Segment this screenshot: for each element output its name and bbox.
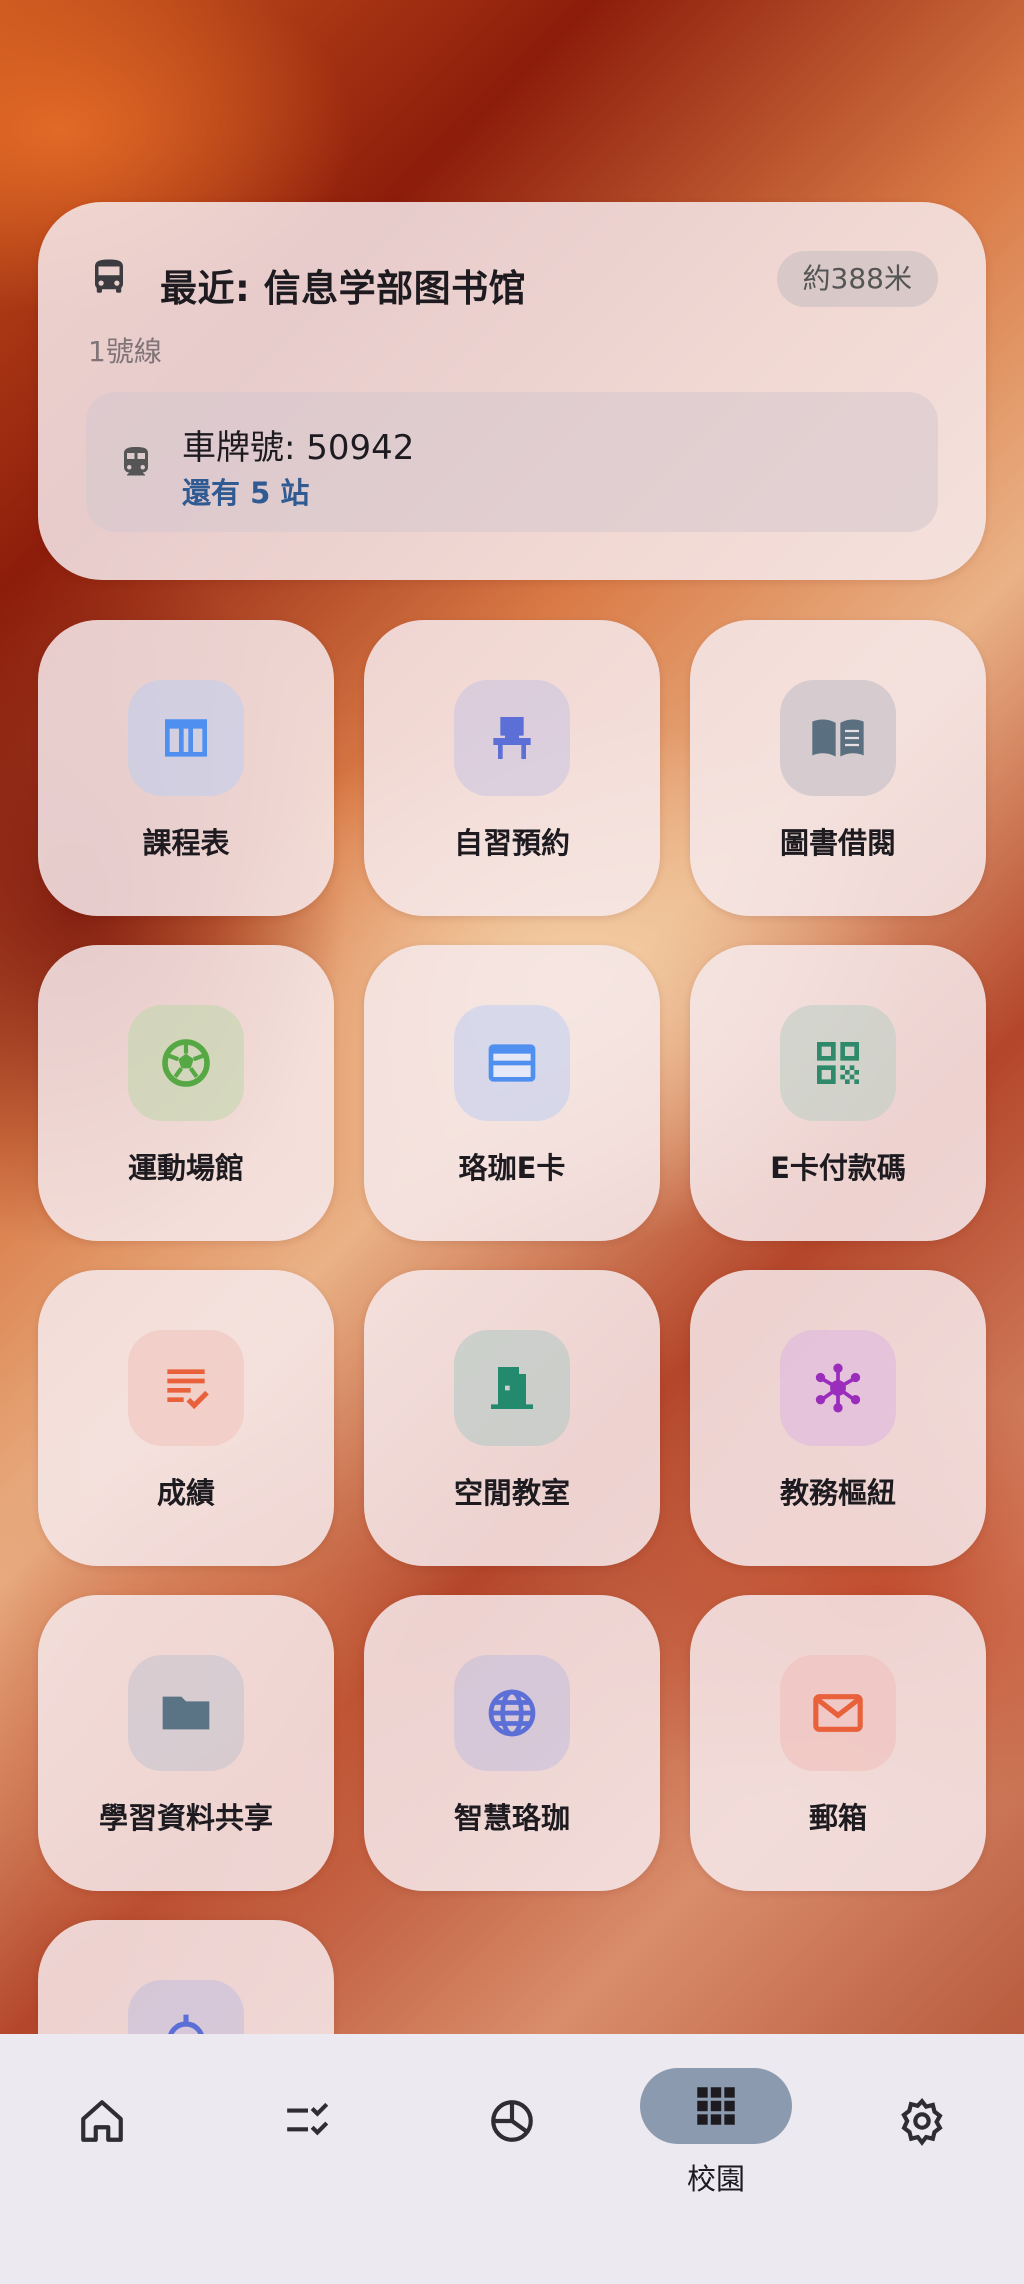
globe-icon: [454, 1655, 570, 1771]
book-icon: [780, 680, 896, 796]
stops-remaining: 還有 5 站: [182, 476, 310, 510]
grid-apps-icon: [697, 2087, 735, 2125]
recent-stop-title: 最近: 信息学部图书馆: [160, 267, 527, 310]
calendar-table-icon: [128, 680, 244, 796]
credit-card-icon: [454, 1005, 570, 1121]
distance-badge: 約388米: [776, 251, 938, 307]
nav-tasks[interactable]: [256, 2034, 360, 2284]
tile-ecard-payment-code[interactable]: E卡付款碼: [690, 945, 986, 1241]
nav-campus-label: 校園: [686, 2162, 745, 2196]
tile-label: 自習預約: [453, 826, 570, 860]
tile-label: 智慧珞珈: [453, 1801, 570, 1835]
tile-mailbox[interactable]: 郵箱: [690, 1595, 986, 1891]
tile-academic-hub[interactable]: 教務樞紐: [690, 1270, 986, 1566]
tile-label: E卡付款碼: [770, 1151, 906, 1185]
tile-label: 運動場館: [127, 1151, 244, 1185]
tile-label: 課程表: [142, 826, 230, 860]
tile-label: 成績: [156, 1476, 215, 1510]
tile-free-classrooms[interactable]: 空閒教室: [364, 1270, 660, 1566]
tile-study-reservation[interactable]: 自習預約: [364, 620, 660, 916]
tile-study-material-sharing[interactable]: 學習資料共享: [38, 1595, 334, 1891]
gear-icon: [901, 2098, 943, 2146]
nav-settings[interactable]: [870, 2034, 974, 2284]
home-icon: [81, 2100, 123, 2142]
soccer-ball-icon: [128, 1005, 244, 1121]
recent-bus-card[interactable]: 最近: 信息学部图书馆 約388米 1號線 車牌號: 50942 還有 5 站: [38, 202, 986, 580]
grade-list-icon: [128, 1330, 244, 1446]
vehicle-info: 車牌號: 50942 還有 5 站: [86, 392, 938, 532]
nav-stats[interactable]: [460, 2034, 564, 2284]
mail-icon: [780, 1655, 896, 1771]
train-icon: [124, 447, 148, 476]
tile-label: 空閒教室: [453, 1476, 570, 1510]
nav-campus[interactable]: 校園: [640, 2034, 792, 2284]
bottom-navigation: 校園: [0, 2034, 1024, 2284]
bus-icon: [95, 259, 123, 293]
tile-grades[interactable]: 成績: [38, 1270, 334, 1566]
tile-smart-luojia[interactable]: 智慧珞珈: [364, 1595, 660, 1891]
tile-luojia-ecard[interactable]: 珞珈E卡: [364, 945, 660, 1241]
checklist-icon: [287, 2102, 329, 2136]
tile-library-borrowing[interactable]: 圖書借閱: [690, 620, 986, 916]
pie-chart-icon: [491, 2100, 533, 2142]
folder-icon: [128, 1655, 244, 1771]
hub-icon: [780, 1330, 896, 1446]
tile-label: 圖書借閱: [779, 826, 896, 860]
tile-label: 珞珈E卡: [458, 1151, 566, 1185]
tile-sports-venue[interactable]: 運動場館: [38, 945, 334, 1241]
tile-label: 教務樞紐: [779, 1476, 896, 1510]
qr-code-icon: [780, 1005, 896, 1121]
tile-course-schedule[interactable]: 課程表: [38, 620, 334, 916]
bus-line-label: 1號線: [88, 335, 162, 368]
nav-home[interactable]: [50, 2034, 154, 2284]
tile-label: 學習資料共享: [98, 1801, 273, 1835]
door-icon: [454, 1330, 570, 1446]
plate-number: 車牌號: 50942: [182, 428, 415, 468]
tile-label: 郵箱: [808, 1801, 867, 1835]
chair-icon: [454, 680, 570, 796]
